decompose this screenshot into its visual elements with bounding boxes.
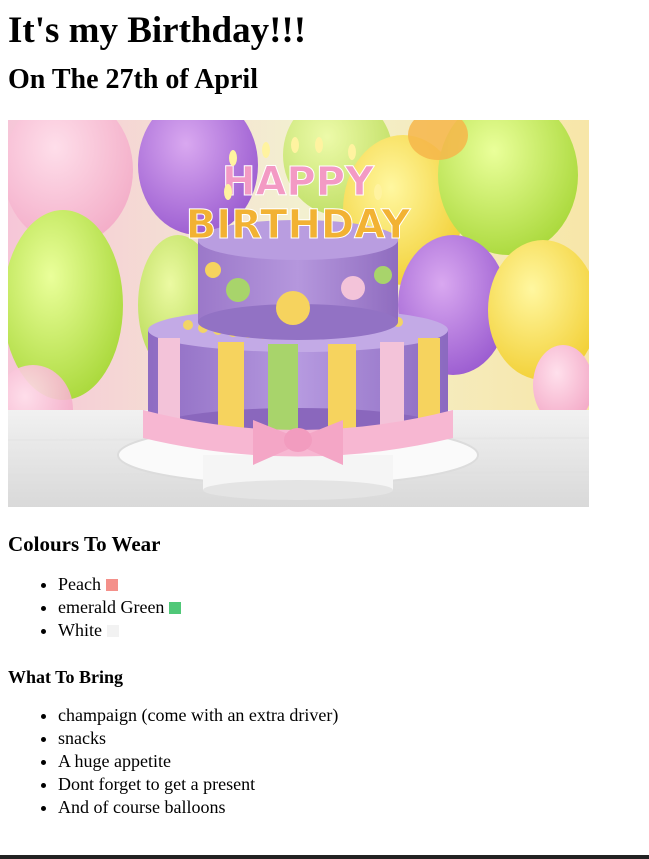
page-title: It's my Birthday!!! (8, 10, 307, 51)
colours-list: Peach emerald Green White (8, 573, 641, 642)
list-item: Dont forget to get a present (58, 773, 641, 796)
horizontal-scrollbar[interactable] (0, 855, 649, 859)
colour-label-emerald-green: emerald Green (58, 597, 165, 617)
cake-topper-line2: BIRTHDAY (186, 202, 411, 248)
cake-topper-line1: HAPPY (222, 159, 375, 205)
list-item: emerald Green (58, 596, 641, 619)
list-item: A huge appetite (58, 750, 641, 773)
list-item: snacks (58, 727, 641, 750)
bring-list: champaign (come with an extra driver) sn… (8, 704, 641, 819)
bring-heading: What To Bring (8, 667, 124, 687)
list-item: White (58, 619, 641, 642)
peach-swatch (105, 579, 118, 591)
colour-label-peach: Peach (58, 574, 101, 594)
list-item: And of course balloons (58, 796, 641, 819)
emerald-green-swatch (169, 602, 182, 614)
list-item: champaign (come with an extra driver) (58, 704, 641, 727)
event-date: On The 27th of April (8, 64, 258, 95)
list-item: Peach (58, 573, 641, 596)
page-content: It's my Birthday!!! On The 27th of April (0, 0, 649, 819)
birthday-cake-image: HAPPY BIRTHDAY (8, 120, 589, 507)
white-swatch (106, 625, 119, 637)
colour-label-white: White (58, 620, 102, 640)
colours-heading: Colours To Wear (8, 532, 161, 556)
